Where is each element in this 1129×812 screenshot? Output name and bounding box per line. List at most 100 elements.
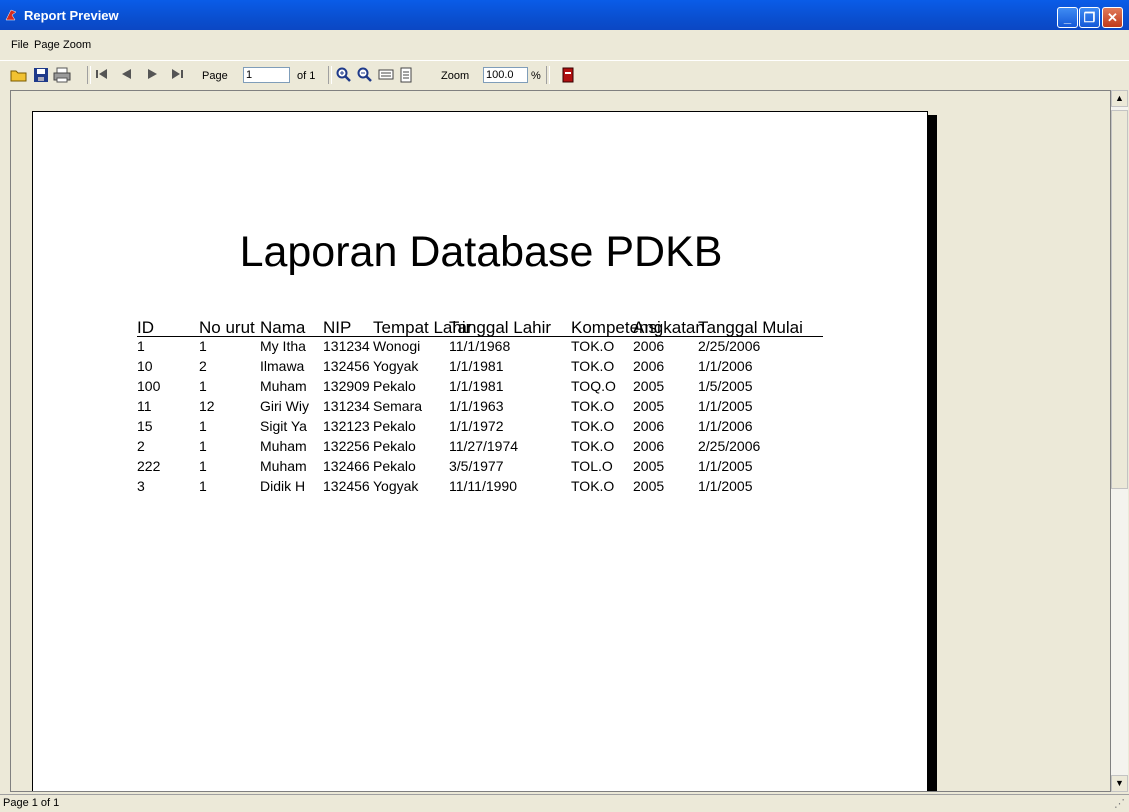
cell-nip: 131234 [323, 338, 370, 354]
vertical-scrollbar[interactable]: ▲ ▼ [1111, 90, 1128, 792]
table-row: 1 1 My Itha 131234 Wonogi 11/1/1968 TOK.… [33, 338, 929, 356]
cell-nip: 132456 [323, 358, 370, 374]
close-button[interactable]: ✕ [1102, 7, 1123, 28]
cell-kompetensi: TOK.O [571, 338, 615, 354]
cell-angkatan: 2006 [633, 358, 665, 374]
zoom-label: Zoom [441, 70, 470, 82]
cell-tempat-lahir: Wonogi [373, 338, 421, 354]
toolbar-separator [87, 66, 91, 84]
minimize-button[interactable]: _ [1057, 7, 1078, 28]
print-icon[interactable] [53, 67, 71, 83]
cell-nama: Muham [260, 378, 307, 394]
cell-tanggal-mulai: 1/1/2005 [698, 458, 753, 474]
cell-tanggal-lahir: 1/1/1972 [449, 418, 504, 434]
cell-tanggal-lahir: 1/1/1981 [449, 378, 504, 394]
cell-tanggal-lahir: 11/27/1974 [449, 438, 519, 454]
cell-id: 222 [137, 458, 161, 474]
percent-label: % [531, 70, 541, 82]
page-label: Page [202, 70, 228, 82]
cell-tanggal-mulai: 1/5/2005 [698, 378, 753, 394]
last-page-icon[interactable] [170, 67, 184, 81]
cell-nip: 132123 [323, 418, 370, 434]
cell-kompetensi: TOK.O [571, 398, 615, 414]
cell-id: 3 [137, 478, 145, 494]
report-page: Laporan Database PDKB ID No urut Nama NI… [32, 111, 929, 791]
cell-no-urut: 1 [199, 418, 207, 434]
prev-page-icon[interactable] [119, 67, 133, 81]
cell-id: 2 [137, 438, 145, 454]
cell-id: 15 [137, 418, 153, 434]
cell-tempat-lahir: Yogyak [373, 358, 419, 374]
cell-tanggal-lahir: 11/11/1990 [449, 478, 517, 494]
cell-no-urut: 1 [199, 338, 207, 354]
cell-tanggal-lahir: 1/1/1963 [449, 398, 504, 414]
open-icon[interactable] [10, 67, 28, 83]
table-row: 11 12 Giri Wiy 131234 Semara 1/1/1963 TO… [33, 398, 929, 416]
cell-tanggal-mulai: 1/1/2006 [698, 358, 753, 374]
report-title: Laporan Database PDKB [239, 228, 723, 276]
cell-tanggal-lahir: 11/1/1968 [449, 338, 511, 354]
scroll-down-button[interactable]: ▼ [1111, 775, 1128, 792]
scroll-up-button[interactable]: ▲ [1111, 90, 1128, 107]
resize-grip-icon[interactable]: ⋰ [1114, 797, 1125, 810]
cell-id: 11 [137, 398, 152, 414]
cell-tempat-lahir: Semara [373, 398, 423, 414]
header-underline [137, 336, 823, 337]
cell-angkatan: 2005 [633, 398, 665, 414]
maximize-button[interactable]: ❐ [1079, 7, 1100, 28]
arrow-up-icon: ▲ [1115, 93, 1124, 103]
first-page-icon[interactable] [95, 67, 109, 81]
cell-tanggal-lahir: 3/5/1977 [449, 458, 504, 474]
cell-id: 1 [137, 338, 145, 354]
cell-tempat-lahir: Pekalo [373, 378, 416, 394]
page-width-icon[interactable] [378, 67, 394, 81]
cell-nama: Muham [260, 458, 307, 474]
cell-nip: 132466 [323, 458, 370, 474]
toolbar-separator [546, 66, 550, 84]
preview-area[interactable]: Laporan Database PDKB ID No urut Nama NI… [10, 90, 1111, 792]
column-header-nip: NIP [323, 318, 352, 337]
cell-angkatan: 2005 [633, 478, 665, 494]
cell-nip: 132256 [323, 438, 370, 454]
cell-kompetensi: TOK.O [571, 478, 615, 494]
whole-page-icon[interactable] [400, 67, 412, 83]
close-icon: ✕ [1107, 10, 1118, 25]
cell-tanggal-mulai: 2/25/2006 [698, 338, 761, 354]
cell-nip: 132456 [323, 478, 370, 494]
page-number-input[interactable] [243, 67, 290, 83]
next-page-icon[interactable] [146, 67, 160, 81]
arrow-down-icon: ▼ [1115, 778, 1124, 788]
table-row: 100 1 Muham 132909 Pekalo 1/1/1981 TOQ.O… [33, 378, 929, 396]
cell-tempat-lahir: Pekalo [373, 438, 416, 454]
cell-no-urut: 1 [199, 378, 207, 394]
cell-kompetensi: TOK.O [571, 358, 615, 374]
table-row: 3 1 Didik H 132456 Yogyak 11/11/1990 TOK… [33, 478, 929, 496]
cell-tanggal-mulai: 1/1/2006 [698, 418, 753, 434]
cell-tanggal-mulai: 1/1/2005 [698, 398, 753, 414]
cell-angkatan: 2006 [633, 338, 665, 354]
cell-no-urut: 1 [199, 438, 207, 454]
zoom-input[interactable] [483, 67, 528, 83]
cell-no-urut: 2 [199, 358, 207, 374]
exit-icon[interactable] [562, 67, 574, 83]
cell-nip: 131234 [323, 398, 370, 414]
menu-zoom[interactable]: Zoom [63, 39, 91, 51]
column-header-angkatan: Angkatan [633, 318, 705, 337]
title-bar: Report Preview _ ❐ ✕ [0, 0, 1129, 30]
cell-tanggal-lahir: 1/1/1981 [449, 358, 504, 374]
toolbar: Page of 1 Zoom % [0, 60, 1129, 87]
cell-nama: My Itha [260, 338, 306, 354]
menu-page[interactable]: Page [34, 39, 60, 51]
table-row: 15 1 Sigit Ya 132123 Pekalo 1/1/1972 TOK… [33, 418, 929, 436]
restore-icon: ❐ [1083, 10, 1096, 25]
status-bar: Page 1 of 1 ⋰ [0, 794, 1129, 812]
zoom-in-icon[interactable] [336, 67, 352, 83]
menu-file[interactable]: File [11, 39, 29, 51]
scroll-thumb[interactable] [1111, 110, 1128, 489]
cell-kompetensi: TOQ.O [571, 378, 616, 394]
cell-nama: Sigit Ya [260, 418, 307, 434]
zoom-out-icon[interactable] [357, 67, 373, 83]
save-icon[interactable] [33, 67, 49, 83]
cell-no-urut: 1 [199, 458, 207, 474]
cell-kompetensi: TOK.O [571, 438, 615, 454]
